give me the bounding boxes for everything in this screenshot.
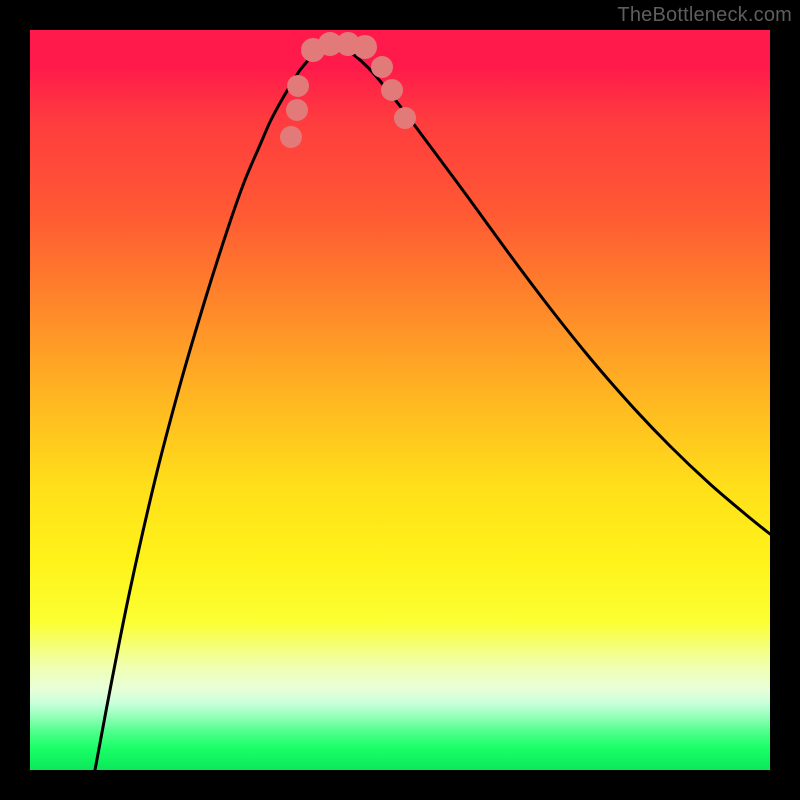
highlight-dot-6 [353, 35, 377, 59]
curve-left-curve [95, 45, 330, 770]
highlight-dot-2 [287, 75, 309, 97]
watermark-text: TheBottleneck.com [617, 4, 792, 27]
marker-layer [280, 32, 416, 148]
outer-frame: TheBottleneck.com [0, 0, 800, 800]
highlight-dot-1 [286, 99, 308, 121]
curve-layer [95, 45, 770, 770]
highlight-dot-7 [371, 56, 393, 78]
highlight-dot-9 [394, 107, 416, 129]
plot-area [30, 30, 770, 770]
highlight-dot-0 [280, 126, 302, 148]
highlight-dot-8 [381, 79, 403, 101]
chart-svg [30, 30, 770, 770]
